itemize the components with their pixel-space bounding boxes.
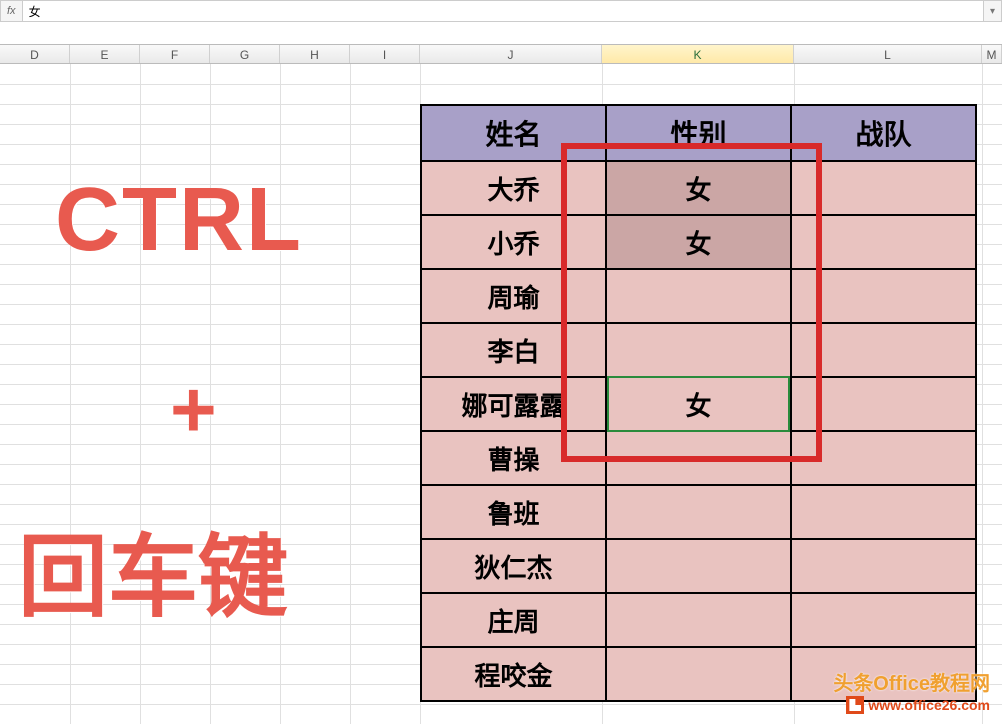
column-header-K[interactable]: K: [602, 45, 794, 63]
cell-gender[interactable]: [606, 269, 791, 323]
cell-gender[interactable]: 女: [606, 161, 791, 215]
table-row: 娜可露露女: [421, 377, 976, 431]
cell-name[interactable]: 李白: [421, 323, 606, 377]
cell-gender[interactable]: [606, 593, 791, 647]
cell-team[interactable]: [791, 269, 976, 323]
header-name[interactable]: 姓名: [421, 105, 606, 161]
data-table: 姓名 性别 战队 大乔女小乔女周瑜李白娜可露露女曹操鲁班狄仁杰庄周程咬金: [420, 104, 977, 702]
column-header-L[interactable]: L: [794, 45, 982, 63]
cell-team[interactable]: [791, 485, 976, 539]
column-header-G[interactable]: G: [210, 45, 280, 63]
cell-team[interactable]: [791, 161, 976, 215]
cell-gender[interactable]: 女: [606, 215, 791, 269]
expand-formula-icon[interactable]: ▾: [983, 1, 1001, 21]
table-row: 大乔女: [421, 161, 976, 215]
cell-name[interactable]: 娜可露露: [421, 377, 606, 431]
column-header-H[interactable]: H: [280, 45, 350, 63]
cell-team[interactable]: [791, 431, 976, 485]
table-row: 李白: [421, 323, 976, 377]
cell-gender[interactable]: [606, 485, 791, 539]
cell-gender[interactable]: [606, 323, 791, 377]
spreadsheet-grid[interactable]: 姓名 性别 战队 大乔女小乔女周瑜李白娜可露露女曹操鲁班狄仁杰庄周程咬金 CTR…: [0, 64, 1002, 724]
table-row: 鲁班: [421, 485, 976, 539]
ruler-spacer: [0, 22, 1002, 44]
overlay-enter-text: 回车键: [18, 504, 288, 634]
cell-team[interactable]: [791, 377, 976, 431]
column-headers: DEFGHIJKLM: [0, 44, 1002, 64]
header-gender[interactable]: 性别: [606, 105, 791, 161]
column-header-I[interactable]: I: [350, 45, 420, 63]
formula-input[interactable]: [23, 1, 983, 21]
cell-name[interactable]: 周瑜: [421, 269, 606, 323]
column-header-J[interactable]: J: [420, 45, 602, 63]
cell-name[interactable]: 鲁班: [421, 485, 606, 539]
table-row: 狄仁杰: [421, 539, 976, 593]
column-header-D[interactable]: D: [0, 45, 70, 63]
table-row: 小乔女: [421, 215, 976, 269]
column-header-E[interactable]: E: [70, 45, 140, 63]
cell-gender[interactable]: [606, 539, 791, 593]
cell-name[interactable]: 大乔: [421, 161, 606, 215]
cell-name[interactable]: 程咬金: [421, 647, 606, 701]
cell-team[interactable]: [791, 323, 976, 377]
cell-name[interactable]: 狄仁杰: [421, 539, 606, 593]
watermark-line1: 头条Office教程网: [833, 667, 990, 696]
header-team[interactable]: 战队: [791, 105, 976, 161]
table-row: 庄周: [421, 593, 976, 647]
watermark-line2: www.office26.com: [833, 696, 990, 714]
column-header-M[interactable]: M: [982, 45, 1002, 63]
cell-gender[interactable]: 女: [606, 377, 791, 431]
cell-name[interactable]: 曹操: [421, 431, 606, 485]
table-row: 周瑜: [421, 269, 976, 323]
cell-name[interactable]: 小乔: [421, 215, 606, 269]
column-header-F[interactable]: F: [140, 45, 210, 63]
table-row: 曹操: [421, 431, 976, 485]
cell-name[interactable]: 庄周: [421, 593, 606, 647]
overlay-ctrl-text: CTRL: [55, 169, 303, 272]
overlay-plus-text: +: [170, 364, 217, 456]
cell-gender[interactable]: [606, 431, 791, 485]
cell-team[interactable]: [791, 215, 976, 269]
cell-team[interactable]: [791, 593, 976, 647]
watermark-url: www.office26.com: [868, 697, 990, 713]
cell-gender[interactable]: [606, 647, 791, 701]
header-row: 姓名 性别 战队: [421, 105, 976, 161]
watermark: 头条Office教程网 www.office26.com: [833, 667, 990, 714]
cell-team[interactable]: [791, 539, 976, 593]
office-logo-icon: [846, 696, 864, 714]
formula-bar: fx ▾: [0, 0, 1002, 22]
fx-icon: fx: [1, 1, 23, 21]
